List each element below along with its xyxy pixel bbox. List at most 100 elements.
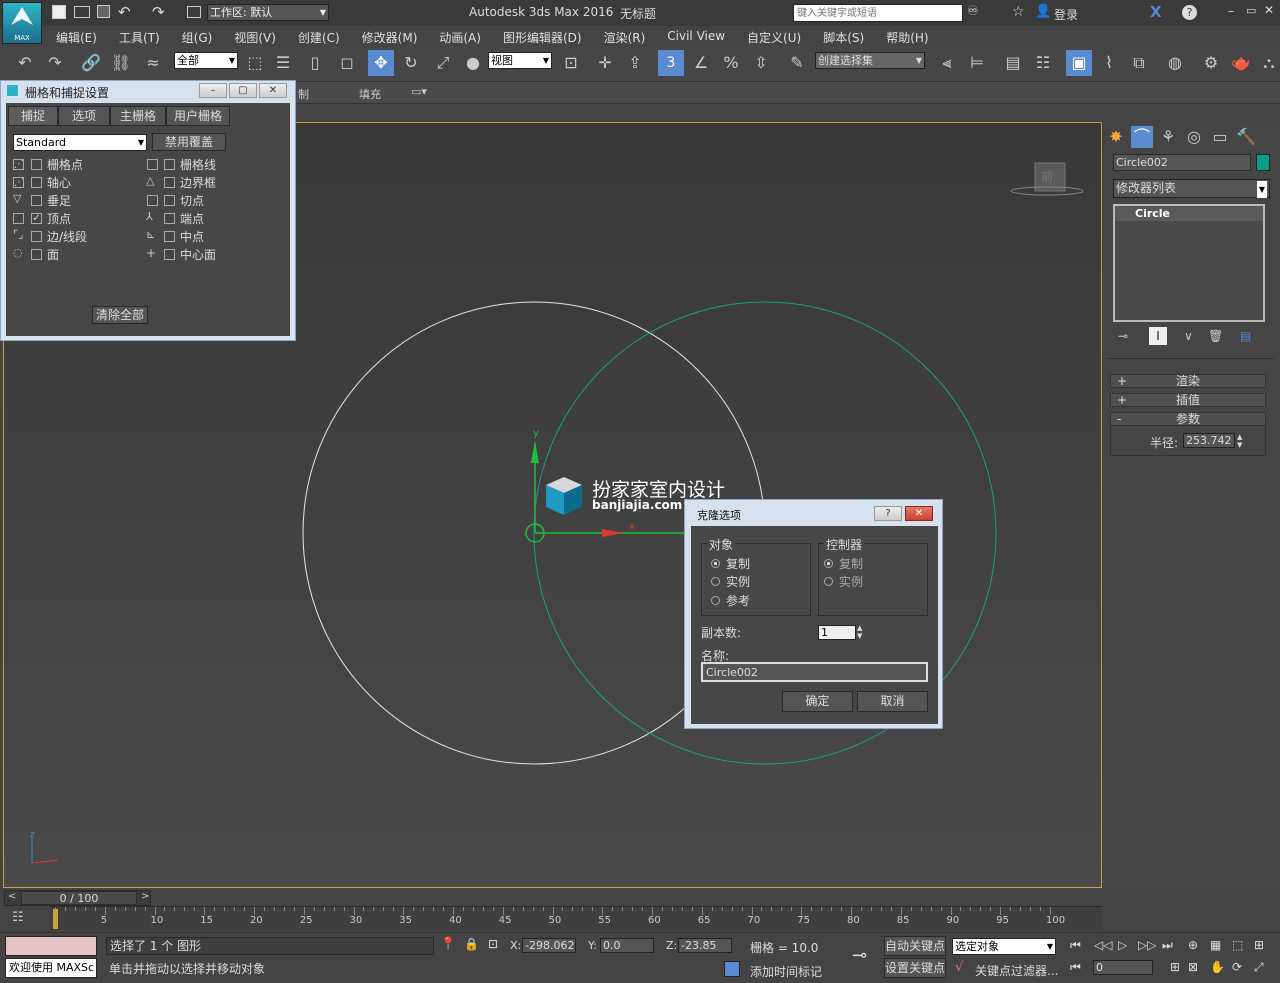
reference-coord-dropdown[interactable]: 视图 ▼ [488, 52, 552, 69]
go-to-end-icon[interactable]: ⏭ [1162, 938, 1173, 953]
time-slider-track[interactable]: < 0 / 100 > [4, 890, 151, 906]
close-window-icon[interactable]: ✕ [1264, 3, 1274, 17]
z-coord-field[interactable]: -23.85 [678, 938, 732, 953]
face-checkbox[interactable] [31, 249, 42, 260]
schematic-view-icon[interactable]: ⧉ [1126, 50, 1152, 76]
endpoint-checkbox[interactable] [164, 213, 175, 224]
play-icon[interactable]: ▷ [1118, 938, 1127, 952]
quick-access-save-icon[interactable] [97, 5, 110, 18]
key-mode-dropdown[interactable]: 选定对象 ▼ [952, 938, 1056, 955]
unlink-icon[interactable]: ⛓ [108, 50, 134, 76]
snap-toggle-button[interactable]: 3 [658, 50, 684, 76]
create-tab-icon[interactable]: ✸ [1105, 126, 1127, 148]
radius-spinner[interactable]: 253.742 [1183, 433, 1235, 448]
bind-space-warp-icon[interactable]: ≈ [140, 50, 166, 76]
window-crossing-icon[interactable]: ◻ [334, 50, 360, 76]
maximize-viewport-icon[interactable]: ⤢ [1254, 960, 1264, 975]
menu-tools[interactable]: 工具(T) [108, 26, 171, 46]
curve-editor-icon[interactable]: ⌇ [1096, 50, 1122, 76]
time-slider-prev-icon[interactable]: < [8, 891, 16, 902]
ribbon-tab-populate[interactable]: 填充 [359, 86, 381, 102]
tab-home-grid[interactable]: 主栅格 [110, 106, 166, 126]
time-config-icon[interactable]: ⊞ [1170, 960, 1180, 974]
undo-icon[interactable]: ↶ [118, 3, 131, 21]
time-tag-icon[interactable] [724, 961, 740, 977]
grid-snap-titlebar[interactable]: 栅格和捕捉设置 – ▢ ✕ [1, 81, 295, 102]
controller-instance-radio[interactable] [824, 577, 833, 586]
previous-frame-icon[interactable]: ◁◁ [1094, 938, 1112, 952]
star-icon[interactable]: ☆ [1012, 4, 1025, 20]
copies-spinner-arrows-icon[interactable]: ▲ ▼ [857, 624, 862, 640]
perpendicular-checkbox[interactable] [31, 195, 42, 206]
modifier-stack[interactable]: Circle [1113, 204, 1265, 322]
maxscript-listener[interactable] [5, 936, 97, 956]
key-filter-icon[interactable]: √ [955, 960, 963, 975]
current-frame-field[interactable]: 0 [1093, 960, 1153, 975]
clear-all-button[interactable]: 清除全部 [92, 306, 148, 324]
edit-named-selection-icon[interactable]: ✎ [784, 50, 810, 76]
maximize-icon[interactable]: ▢ [229, 83, 257, 98]
zoom-all-icon[interactable]: ▦ [1210, 938, 1221, 952]
menu-animation[interactable]: 动画(A) [428, 26, 492, 46]
key-filters-button[interactable]: 关键点过滤器... [975, 962, 1058, 979]
select-object-icon[interactable]: ⬚ [242, 50, 268, 76]
redo-icon[interactable]: ↷ [42, 50, 68, 76]
hierarchy-tab-icon[interactable]: ⚘ [1157, 126, 1179, 148]
object-color-swatch[interactable] [1256, 154, 1270, 171]
link-icon[interactable]: 🔗 [78, 50, 104, 76]
graphite-tools-icon[interactable]: ▣ [1066, 50, 1092, 76]
cancel-button[interactable]: 取消 [857, 691, 928, 712]
material-editor-icon[interactable]: ◍ [1162, 50, 1188, 76]
utilities-tab-icon[interactable]: 🔨 [1235, 126, 1257, 148]
workspace-dropdown[interactable]: 工作区: 默认 ▼ [207, 4, 329, 21]
make-unique-icon[interactable]: ∨ [1184, 329, 1193, 343]
named-selection-dropdown[interactable]: 创建选择集 ▼ [815, 52, 925, 69]
percent-snap-icon[interactable]: % [718, 50, 744, 76]
y-coord-field[interactable]: 0.0 [600, 938, 654, 953]
key-mode-toggle-icon[interactable]: ⏮ [1070, 960, 1081, 975]
mini-curve-editor-icon[interactable]: ☷ [12, 910, 24, 925]
rollout-interpolation[interactable]: + 插值 [1110, 393, 1266, 407]
rollout-rendering[interactable]: + 渲染 [1110, 374, 1266, 388]
redo-icon[interactable]: ↷ [152, 3, 165, 21]
menu-edit[interactable]: 编辑(E) [45, 26, 108, 46]
pivot-center-icon[interactable]: ⊡ [558, 50, 584, 76]
ribbon-options-icon[interactable]: ▭▾ [411, 85, 427, 98]
modify-tab-icon[interactable]: ⌒ [1131, 126, 1153, 148]
app-logo-button[interactable]: MAX [2, 2, 42, 44]
snap-preset-dropdown[interactable]: Standard ▼ [13, 134, 147, 151]
scene-explorer-icon[interactable]: ▤ [1000, 50, 1026, 76]
time-slider-next-icon[interactable]: > [141, 891, 149, 902]
select-rotate-icon[interactable]: ↻ [398, 50, 424, 76]
object-instance-radio[interactable] [711, 577, 720, 586]
minimize-icon[interactable]: – [199, 83, 227, 98]
tab-snaps[interactable]: 捕捉 [8, 106, 58, 126]
pin-stack-icon[interactable]: ⊸ [1118, 329, 1128, 343]
vertex-checkbox[interactable]: ✓ [31, 213, 42, 224]
project-folder-icon[interactable] [187, 6, 201, 18]
view-cube-label[interactable]: 前 [1041, 168, 1053, 185]
remove-modifier-icon[interactable]: 🗑 [1208, 329, 1223, 343]
object-reference-radio[interactable] [711, 596, 720, 605]
rect-selection-icon[interactable]: ▯ [302, 50, 328, 76]
set-key-button[interactable]: 设置关键点 [884, 958, 946, 978]
undo-icon[interactable]: ↶ [12, 50, 38, 76]
selection-filter-dropdown[interactable]: 全部 ▼ [174, 52, 238, 69]
keyboard-shortcut-icon[interactable]: ⇪ [622, 50, 648, 76]
menu-rendering[interactable]: 渲染(R) [593, 26, 657, 46]
object-name-input[interactable] [1113, 154, 1251, 171]
user-icon[interactable]: 👤 [1035, 4, 1051, 19]
tangent-checkbox[interactable] [164, 195, 175, 206]
zoom-icon[interactable]: ⊕ [1188, 938, 1198, 952]
edge-segment-checkbox[interactable] [31, 231, 42, 242]
time-slider-thumb[interactable]: 0 / 100 [21, 891, 137, 905]
clone-help-button[interactable]: ? [874, 506, 902, 521]
login-link[interactable]: 登录 [1054, 6, 1078, 23]
display-tab-icon[interactable]: ▭ [1209, 126, 1231, 148]
next-frame-icon[interactable]: ▷▷ [1138, 938, 1156, 952]
select-move-icon[interactable]: ✥ [368, 50, 394, 76]
menu-group[interactable]: 组(G) [171, 26, 224, 46]
maxscript-welcome[interactable]: 欢迎使用 MAXSc [5, 958, 97, 978]
default-in-out-key-icon[interactable]: ⊸ [852, 945, 867, 966]
menu-scripting[interactable]: 脚本(S) [812, 26, 875, 46]
